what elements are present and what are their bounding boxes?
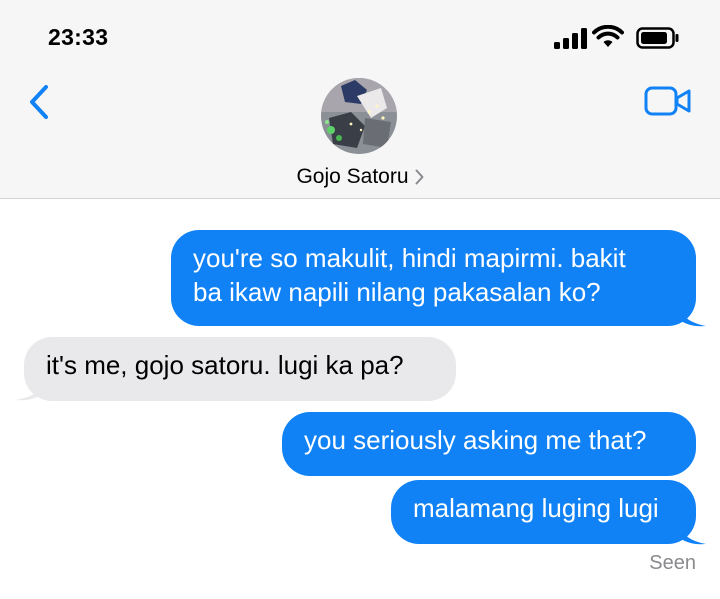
wifi-icon — [592, 25, 624, 47]
message-line: you're so makulit, hindi mapirmi. bakit — [193, 243, 626, 273]
message-line: ba ikaw napili nilang pakasalan ko? — [193, 277, 601, 307]
contact-name-button[interactable]: Gojo Satoru — [0, 165, 720, 189]
cellular-signal-icon — [554, 28, 587, 49]
navigation-header: 23:33 Gojo Satoru — [0, 0, 720, 199]
message-text: it's me, gojo satoru. lugi ka pa? — [46, 350, 404, 380]
contact-avatar[interactable] — [321, 78, 397, 154]
battery-icon — [636, 27, 679, 49]
back-chevron-icon[interactable] — [24, 84, 56, 120]
read-receipt: Seen — [649, 552, 696, 574]
status-time: 23:33 — [48, 24, 109, 50]
incoming-bubble-tail — [16, 378, 42, 401]
video-call-icon[interactable] — [644, 86, 692, 116]
outgoing-bubble-tail — [680, 520, 706, 545]
chevron-right-icon — [415, 169, 424, 185]
contact-name: Gojo Satoru — [296, 165, 409, 188]
outgoing-bubble-tail — [680, 302, 706, 327]
outgoing-message-bubble[interactable]: you seriously asking me that? — [282, 412, 696, 476]
outgoing-message-bubble[interactable]: you're so makulit, hindi mapirmi. bakit … — [171, 230, 696, 326]
outgoing-message-bubble[interactable]: malamang luging lugi — [391, 480, 696, 544]
message-text: you seriously asking me that? — [304, 425, 647, 455]
incoming-message-bubble[interactable]: it's me, gojo satoru. lugi ka pa? — [24, 337, 456, 401]
message-text: malamang luging lugi — [413, 493, 659, 523]
